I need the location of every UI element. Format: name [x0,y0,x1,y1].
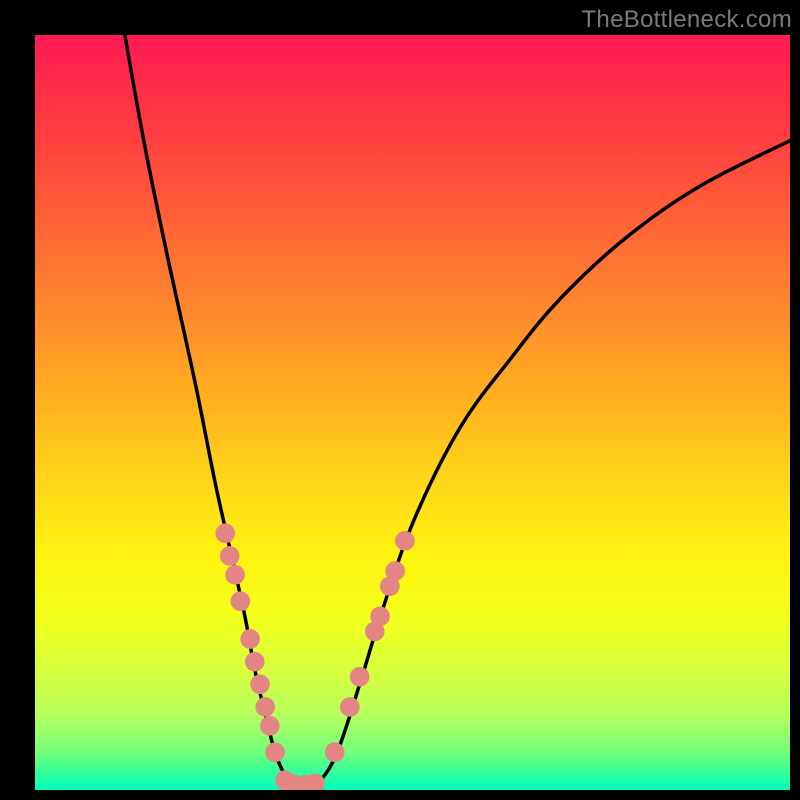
dot-right-7 [395,531,415,551]
dot-right-6 [385,561,405,581]
dot-left-8 [260,716,280,736]
dot-left-0 [215,523,235,543]
plot-area [35,35,790,790]
dot-left-4 [240,629,260,649]
bottleneck-curve-left [125,35,295,785]
data-points [215,523,414,790]
dot-right-0 [325,742,345,762]
watermark-text: TheBottleneck.com [581,6,792,34]
dot-left-7 [255,697,275,717]
dot-right-4 [370,607,390,627]
dot-right-1 [340,697,360,717]
chart-svg [35,35,790,790]
dot-left-9 [265,742,285,762]
dot-left-1 [220,546,240,566]
dot-left-3 [231,591,251,611]
dot-left-5 [245,652,265,672]
chart-frame: TheBottleneck.com [0,0,800,800]
bottleneck-curve-right [295,141,790,786]
dot-left-2 [225,565,245,585]
dot-right-2 [350,667,370,687]
dot-left-6 [250,674,270,694]
